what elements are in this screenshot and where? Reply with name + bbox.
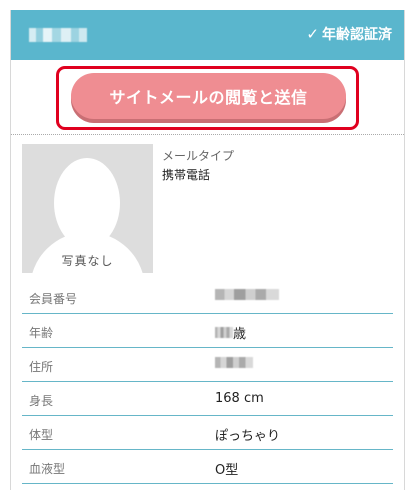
detail-label: 年齢 (29, 326, 54, 340)
detail-value-redacted (215, 289, 279, 300)
redacted-age (215, 327, 233, 338)
dotted-divider (11, 134, 404, 135)
detail-label: 体型 (29, 428, 54, 442)
profile-card: ✓ 年齢認証済 サイトメールの閲覧と送信 写真なし メールタイプ 携帯電話 会員… (10, 10, 405, 490)
detail-row-address: 住所 (22, 348, 393, 382)
detail-label: 血液型 (29, 462, 66, 476)
detail-label: 身長 (29, 394, 54, 408)
age-verified-label: 年齢認証済 (322, 27, 392, 43)
profile-details-table: 会員番号 年齢 歳 住所 身長 168 cm 体型 ぽっちゃり 血液型 O型 (22, 280, 393, 484)
site-mail-button-label: サイトメールの閲覧と送信 (109, 88, 308, 107)
detail-row-blood-type: 血液型 O型 (22, 450, 393, 484)
username-redacted (29, 28, 87, 42)
no-photo-label: 写真なし (61, 254, 114, 268)
detail-value: O型 (215, 463, 239, 478)
detail-value: 歳 (215, 323, 246, 342)
detail-value-text: 歳 (233, 327, 247, 342)
detail-label: 住所 (29, 360, 54, 374)
detail-value: ぽっちゃり (215, 429, 281, 444)
redacted-address (215, 357, 253, 368)
detail-label: 会員番号 (29, 292, 78, 306)
check-icon: ✓ (306, 25, 319, 43)
detail-value-redacted (215, 357, 253, 368)
mail-type-value: 携帯電話 (162, 168, 211, 182)
detail-row-body-type: 体型 ぽっちゃり (22, 416, 393, 450)
avatar-placeholder: 写真なし (22, 144, 153, 273)
mail-type-label: メールタイプ (162, 149, 235, 163)
detail-row-age: 年齢 歳 (22, 314, 393, 348)
profile-header: ✓ 年齢認証済 (11, 10, 404, 60)
detail-row-height: 身長 168 cm (22, 382, 393, 416)
detail-row-member-number: 会員番号 (22, 280, 393, 314)
age-verified-badge: ✓ 年齢認証済 (306, 24, 392, 44)
site-mail-button[interactable]: サイトメールの閲覧と送信 (71, 73, 346, 119)
redacted-member-number (215, 289, 279, 300)
detail-value: 168 cm (215, 391, 264, 406)
